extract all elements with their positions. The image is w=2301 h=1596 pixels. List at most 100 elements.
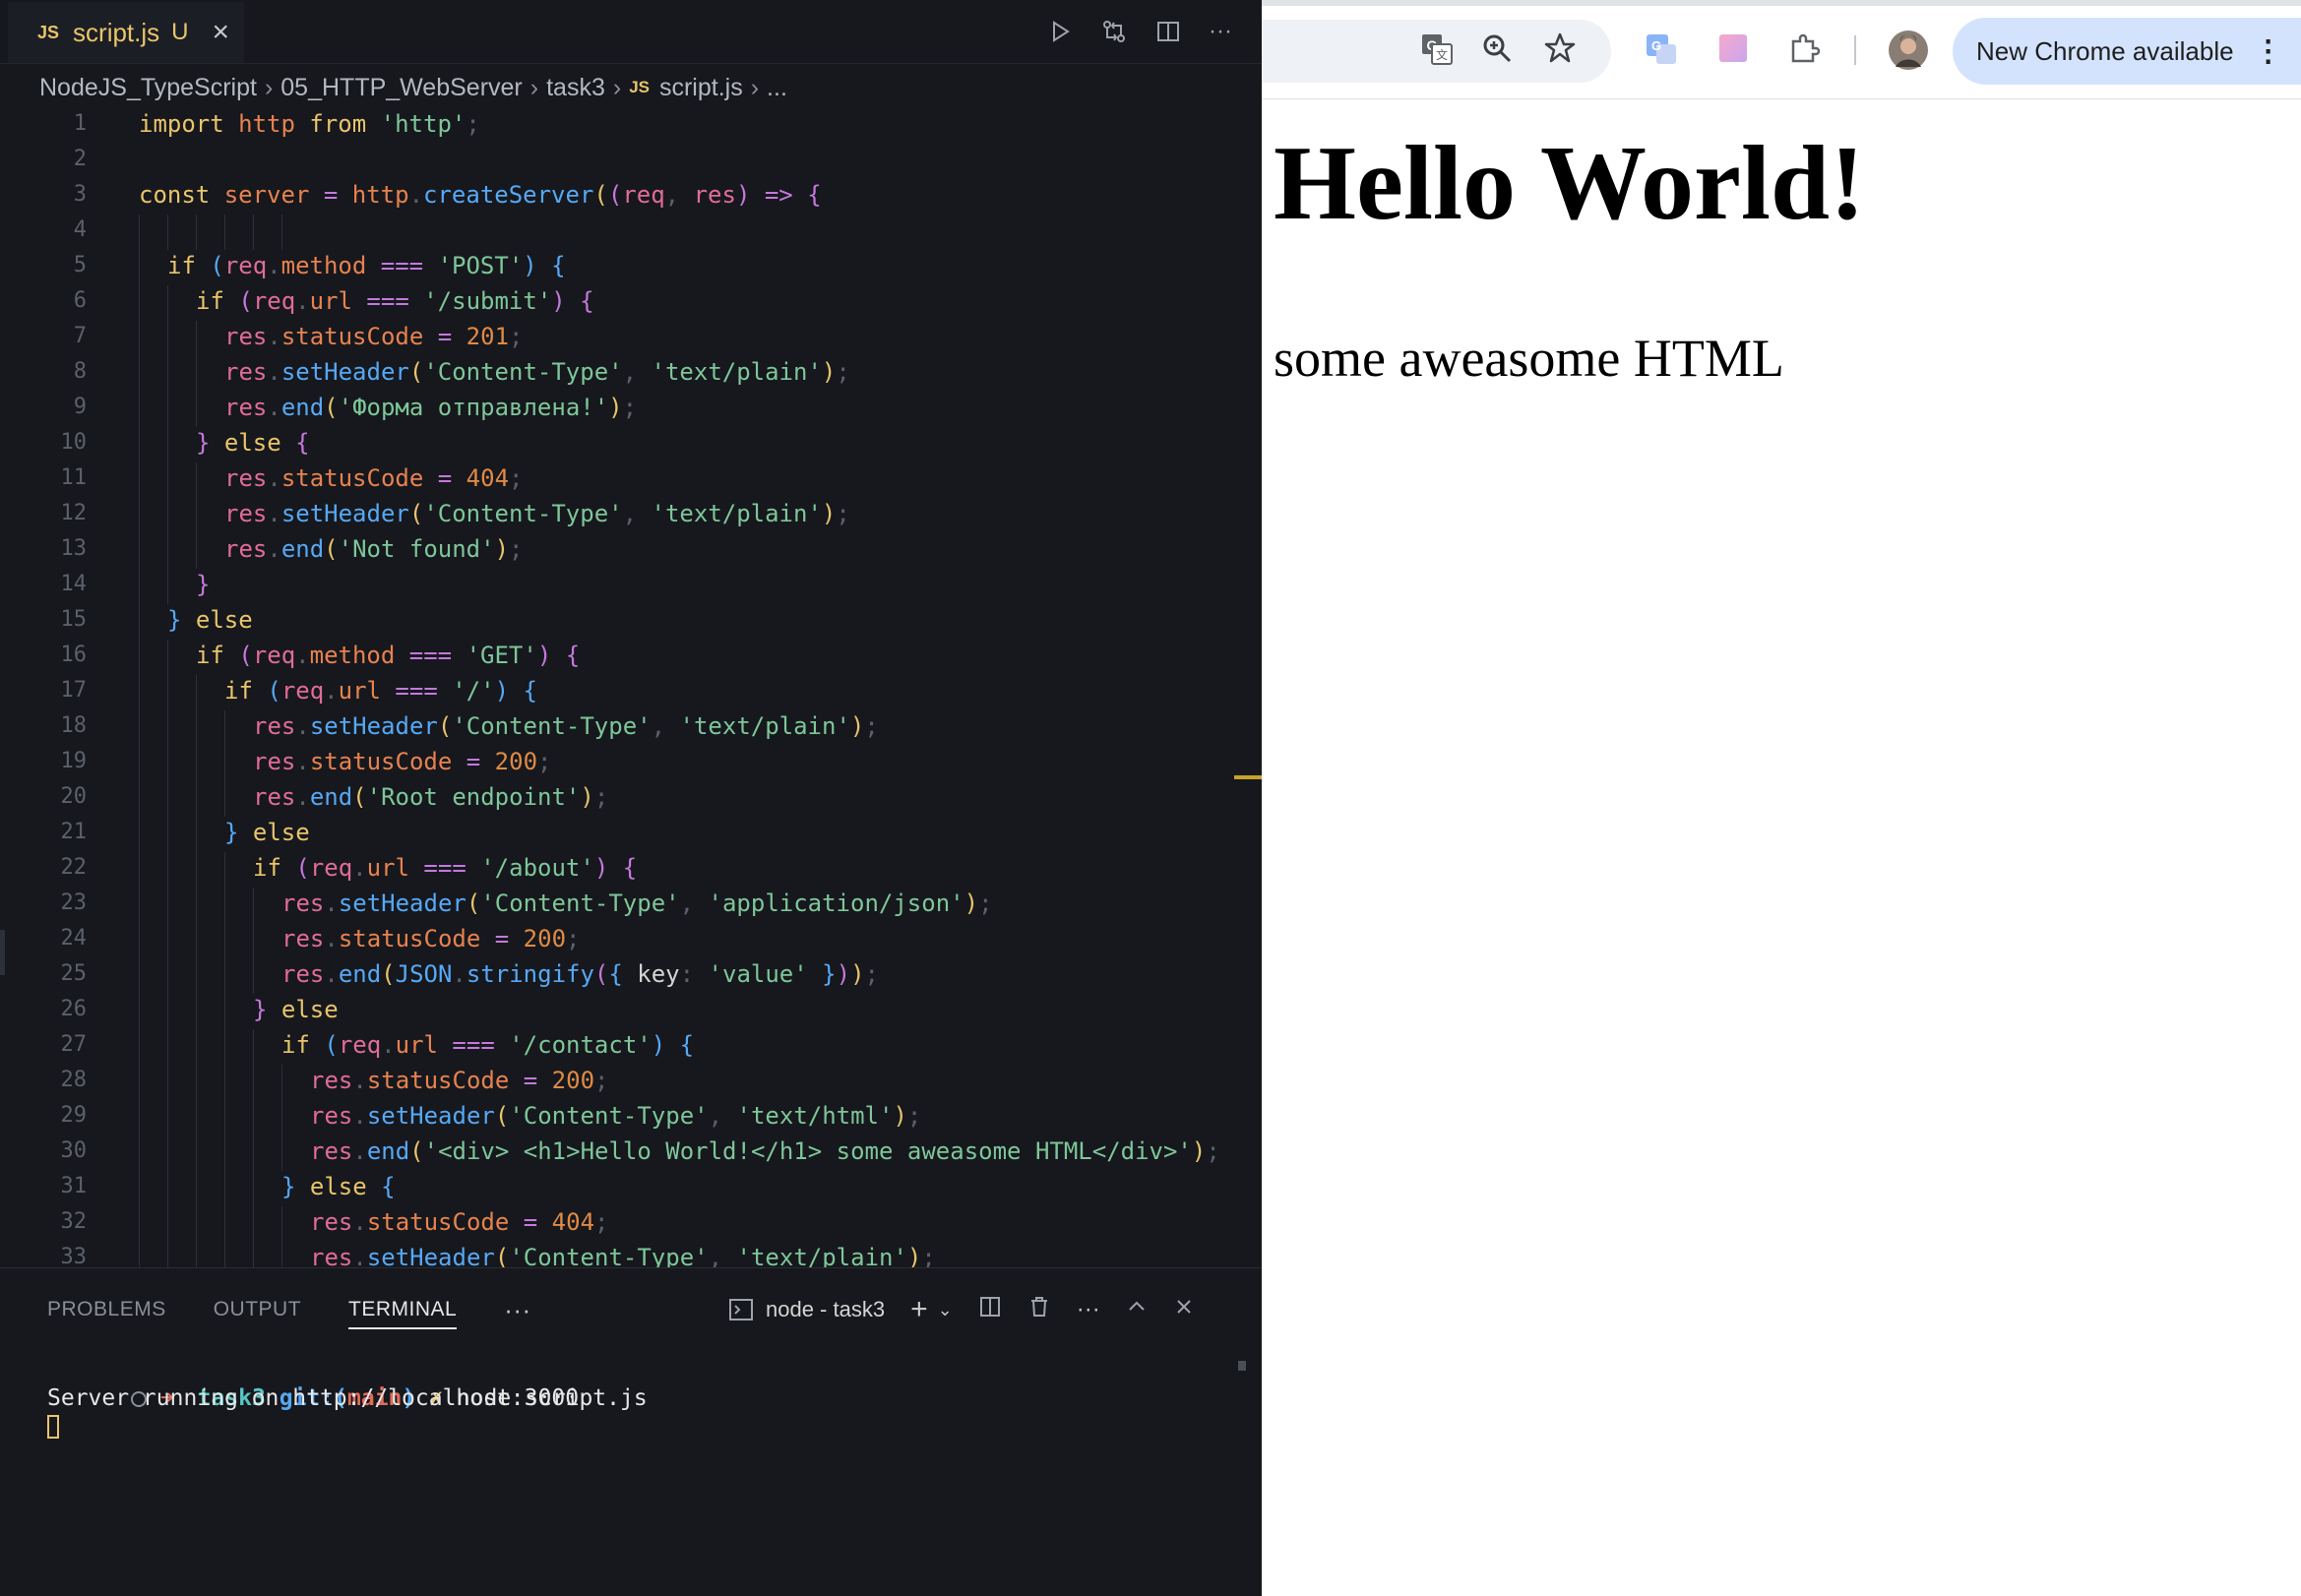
extensions-puzzle-icon[interactable]	[1787, 31, 1823, 72]
code-token: )	[836, 960, 851, 988]
code-token: (	[607, 181, 623, 209]
code-token: res	[253, 712, 296, 740]
code-token: 201	[466, 323, 510, 350]
code-token: .	[295, 783, 310, 811]
code-token: end	[338, 960, 382, 988]
code-token: if	[196, 642, 239, 669]
tab-output[interactable]: OUTPUT	[214, 1298, 301, 1321]
line-number: 6	[73, 288, 87, 313]
avatar[interactable]	[1888, 30, 1929, 76]
code-token: ===	[366, 287, 424, 315]
code-token: .	[324, 890, 339, 917]
indent-guide	[139, 215, 140, 1267]
code-token: {	[608, 854, 638, 882]
indent-guide	[224, 710, 225, 817]
close-panel-icon[interactable]	[1173, 1296, 1195, 1323]
split-editor-icon[interactable]	[1155, 19, 1181, 44]
close-icon[interactable]: ×	[213, 16, 230, 49]
breadcrumb-item[interactable]: NodeJS_TypeScript	[39, 74, 257, 102]
code-token: end	[309, 783, 353, 811]
tab-git-status: U	[171, 19, 189, 45]
indent-guide	[253, 215, 254, 250]
code-token: else	[223, 429, 296, 457]
breadcrumb-item[interactable]: 05_HTTP_WebServer	[280, 74, 522, 102]
breadcrumb-item[interactable]: task3	[546, 74, 605, 102]
chevron-right-icon: ›	[529, 73, 539, 101]
code-token: }	[253, 996, 281, 1023]
code-token: {	[608, 960, 638, 988]
sash-handle[interactable]	[0, 930, 5, 975]
code-token: res	[693, 181, 736, 209]
code-token: (	[437, 712, 453, 740]
code-token: )	[849, 712, 865, 740]
code-token: res	[224, 464, 268, 492]
code-token: statusCode	[280, 323, 438, 350]
code-token: 'value'	[708, 960, 808, 988]
line-number: 29	[60, 1103, 88, 1128]
code-token: res	[224, 323, 268, 350]
tab-terminal[interactable]: TERMINAL	[348, 1298, 458, 1329]
code-text: import http from 'http';	[139, 108, 480, 142]
code-token: req	[309, 854, 353, 882]
code-token: ;	[509, 535, 524, 563]
google-translate-extension-icon[interactable]: G	[1644, 31, 1679, 72]
code-token: url	[395, 1031, 453, 1059]
terminal-scrollbar[interactable]	[1238, 1361, 1246, 1371]
terminal-output[interactable]: ➜ task3 git:(main) ✗ node script.js Serve…	[0, 1357, 1230, 1440]
new-terminal-icon[interactable]: +	[910, 1293, 928, 1326]
code-token: .	[381, 1031, 396, 1059]
code-token: 'text/plain'	[651, 358, 822, 386]
terminal-selector[interactable]: node - task3	[728, 1297, 885, 1322]
more-tabs-button[interactable]: ···	[504, 1295, 530, 1325]
more-actions-icon[interactable]: ···	[1209, 18, 1232, 45]
code-token: .	[352, 854, 367, 882]
code-token: .	[352, 1137, 367, 1165]
zoom-icon[interactable]	[1480, 31, 1514, 70]
line-number: 12	[60, 501, 88, 525]
tab-problems[interactable]: PROBLEMS	[47, 1298, 166, 1321]
code-token: )	[551, 287, 566, 315]
line-number: 15	[60, 607, 88, 632]
js-file-icon: JS	[37, 22, 60, 42]
code-text: }	[196, 567, 210, 602]
code-token: else	[309, 1173, 382, 1200]
code-token: }	[807, 960, 837, 988]
chevron-right-icon: ›	[612, 73, 622, 101]
more-actions-icon[interactable]: ···	[1077, 1296, 1100, 1323]
code-token: stringify	[466, 960, 594, 988]
code-token: res	[281, 890, 325, 917]
breadcrumb-item[interactable]: ...	[767, 74, 787, 102]
code-token: .	[352, 1102, 367, 1130]
chevron-down-icon[interactable]: ⌄	[938, 1300, 953, 1320]
code-token: url	[309, 287, 367, 315]
tab-script-js[interactable]: JS script.js U ×	[8, 0, 244, 63]
code-token: }	[281, 1173, 310, 1200]
line-number: 31	[60, 1174, 88, 1198]
code-token: }	[196, 429, 224, 457]
code-token: ,	[651, 712, 680, 740]
code-token: statusCode	[309, 748, 466, 775]
split-terminal-icon[interactable]	[978, 1295, 1002, 1324]
run-icon[interactable]	[1047, 19, 1073, 44]
code-token: '/contact'	[509, 1031, 652, 1059]
translate-icon[interactable]: G文	[1419, 31, 1455, 72]
color-extension-icon[interactable]	[1716, 31, 1750, 70]
code-text: res.setHeader('Content-Type', 'text/plai…	[253, 708, 879, 744]
code-token: .	[452, 960, 466, 988]
code-token: ;	[1206, 1137, 1220, 1165]
bookmark-star-icon[interactable]	[1543, 31, 1577, 70]
new-chrome-available-button[interactable]: New Chrome available ⋮	[1953, 18, 2301, 85]
line-number: 32	[60, 1209, 88, 1234]
code-token: {	[665, 1031, 695, 1059]
kebab-menu-icon[interactable]: ⋮	[2254, 34, 2283, 69]
chevron-right-icon: ›	[264, 73, 274, 101]
code-text: res.statusCode = 404;	[310, 1204, 608, 1240]
compare-changes-icon[interactable]	[1100, 18, 1128, 45]
code-area[interactable]: 1 import http from 'http'; 2 3 const server …	[0, 108, 1240, 1267]
maximize-panel-icon[interactable]	[1126, 1296, 1148, 1323]
trash-icon[interactable]	[1027, 1295, 1051, 1324]
code-token: {	[807, 181, 822, 209]
code-token: 'Content-Type'	[423, 358, 623, 386]
breadcrumb-item[interactable]: script.js	[659, 74, 743, 102]
code-token: res	[224, 358, 268, 386]
